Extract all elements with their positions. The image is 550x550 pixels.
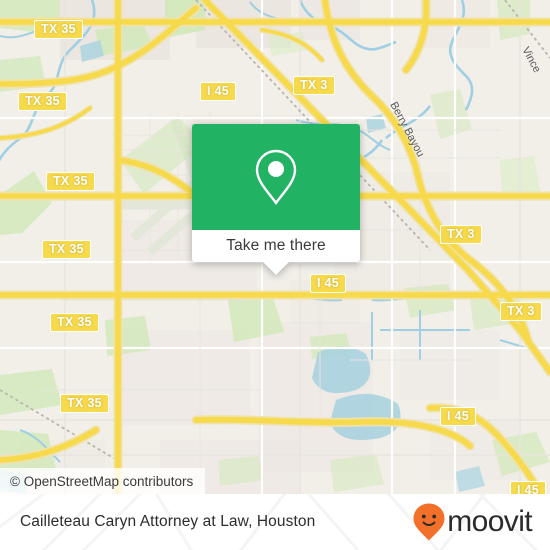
moovit-pin-icon bbox=[413, 503, 445, 541]
highway-shield: TX 35 bbox=[50, 313, 99, 332]
take-me-there-label: Take me there bbox=[226, 237, 326, 254]
highway-shield: TX 3 bbox=[293, 76, 335, 95]
highway-shield: TX 35 bbox=[42, 240, 91, 259]
map-screenshot: .land{fill:#f2efe9} .bld{fill:#ece6e1} .… bbox=[0, 0, 550, 550]
location-pin-icon bbox=[255, 149, 297, 206]
take-me-there-button[interactable]: Take me there bbox=[192, 230, 360, 262]
highway-shield: TX 3 bbox=[500, 302, 542, 321]
highway-shield: I 45 bbox=[440, 407, 477, 426]
highway-shield: TX 3 bbox=[440, 225, 482, 244]
popup-header bbox=[192, 124, 360, 230]
footer-bar: Cailleteau Caryn Attorney at Law, Housto… bbox=[0, 494, 550, 550]
moovit-wordmark: moovit bbox=[447, 505, 532, 538]
popup-pointer bbox=[263, 262, 289, 275]
map-attribution[interactable]: © OpenStreetMap contributors bbox=[0, 468, 206, 494]
highway-shield: I 45 bbox=[510, 481, 547, 494]
attribution-text: © OpenStreetMap contributors bbox=[10, 473, 194, 489]
highway-shield: I 45 bbox=[200, 82, 237, 101]
location-popup[interactable]: Take me there bbox=[192, 124, 360, 275]
highway-shield: TX 35 bbox=[18, 92, 67, 111]
highway-shield: TX 35 bbox=[46, 172, 95, 191]
highway-shield: TX 35 bbox=[60, 394, 109, 413]
place-caption: Cailleteau Caryn Attorney at Law, Housto… bbox=[20, 513, 316, 530]
moovit-logo[interactable]: moovit bbox=[412, 502, 533, 542]
highway-shield: I 45 bbox=[310, 274, 347, 293]
highway-shield: TX 35 bbox=[34, 20, 83, 39]
